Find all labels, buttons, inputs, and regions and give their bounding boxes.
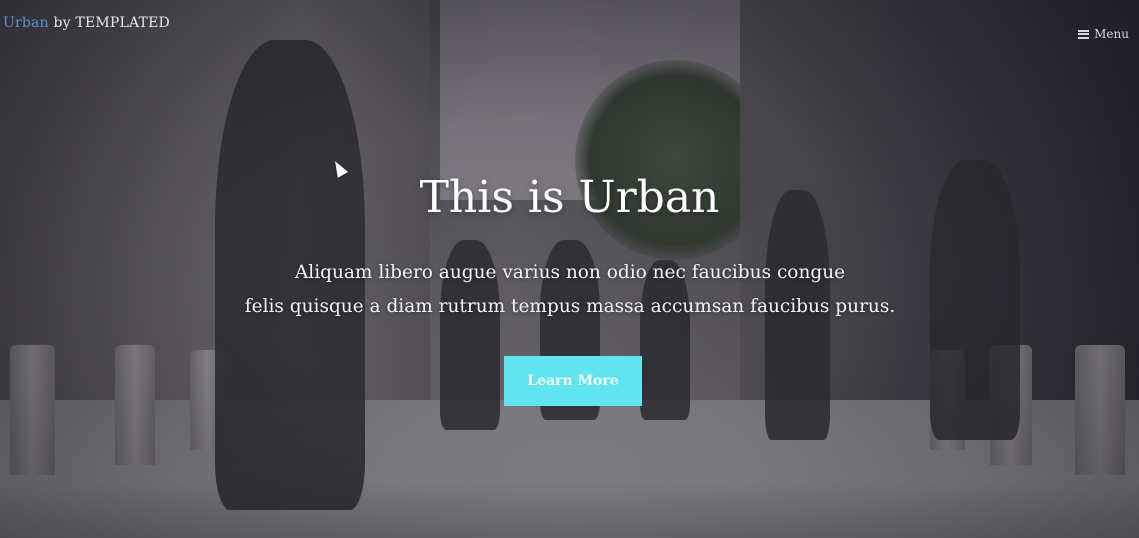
logo-suffix: by TEMPLATED bbox=[53, 15, 170, 31]
site-logo[interactable]: Urban by TEMPLATED bbox=[3, 15, 170, 31]
hero-title: This is Urban bbox=[419, 172, 720, 223]
hero-section: Urban by TEMPLATED Menu This is Urban Al… bbox=[0, 0, 1139, 538]
logo-brand[interactable]: Urban bbox=[3, 15, 49, 31]
hero-subtitle-line: Aliquam libero augue varius non odio nec… bbox=[294, 262, 846, 283]
menu-button[interactable]: Menu bbox=[1078, 27, 1129, 41]
hero-subtitle: Aliquam libero augue varius non odio nec… bbox=[200, 256, 940, 324]
hamburger-icon[interactable] bbox=[1078, 29, 1090, 39]
menu-label[interactable]: Menu bbox=[1094, 27, 1129, 41]
hero-subtitle-line: felis quisque a diam rutrum tempus massa… bbox=[244, 296, 896, 317]
learn-more-button[interactable]: Learn More bbox=[504, 356, 642, 406]
